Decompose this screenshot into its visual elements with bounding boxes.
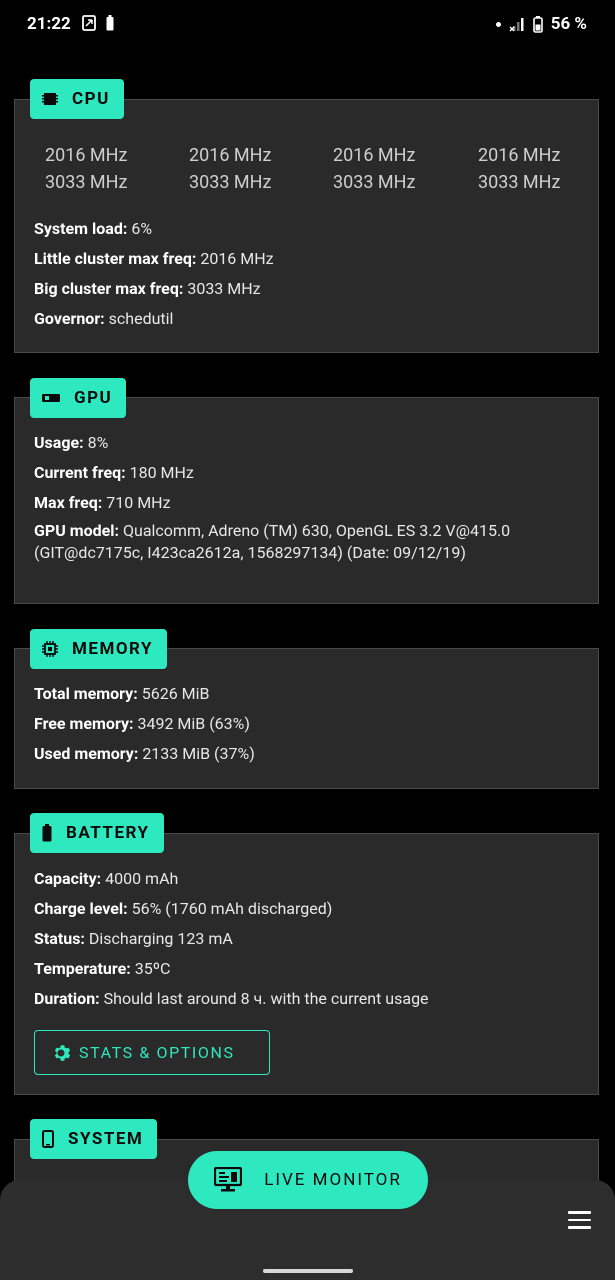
memory-card: Total memory: 5626 MiB Free memory: 3492… <box>14 648 599 789</box>
cpu-core-freq: 2016 MHz 3033 MHz <box>478 145 561 193</box>
gpu-model: GPU model: Qualcomm, Adreno (TM) 630, Op… <box>34 521 511 562</box>
cpu-core-freq: 2016 MHz 3033 MHz <box>333 145 416 193</box>
cpu-big-cluster: Big cluster max freq: 3033 MHz <box>34 279 261 298</box>
battery-card: Capacity: 4000 mAh Charge level: 56% (17… <box>14 833 599 1095</box>
status-time: 21:22 <box>27 14 71 34</box>
battery-status-icon <box>532 15 543 33</box>
live-monitor-label: LIVE MONITOR <box>264 1170 402 1190</box>
cpu-title: CPU <box>72 89 110 109</box>
cpu-section-header: CPU <box>30 79 124 119</box>
monitor-icon <box>214 1167 243 1192</box>
memory-free: Free memory: 3492 MiB (63%) <box>34 714 250 733</box>
battery-temperature: Temperature: 35ºC <box>34 959 171 978</box>
live-monitor-button[interactable]: LIVE MONITOR <box>188 1151 428 1209</box>
gpu-card-icon <box>42 394 60 402</box>
stats-options-button[interactable]: STATS & OPTIONS <box>34 1030 270 1075</box>
notification-dot-icon <box>495 21 501 27</box>
gear-icon <box>54 1044 71 1061</box>
gpu-max-freq: Max freq: 710 MHz <box>34 493 171 512</box>
hamburger-menu-icon[interactable] <box>568 1211 591 1229</box>
gpu-current-freq: Current freq: 180 MHz <box>34 463 194 482</box>
battery-title: BATTERY <box>66 823 150 843</box>
home-indicator[interactable] <box>263 1269 353 1273</box>
memory-section-header: MEMORY <box>30 629 168 669</box>
gpu-title: GPU <box>74 388 113 408</box>
memory-total: Total memory: 5626 MiB <box>34 684 210 703</box>
gpu-section-header: GPU <box>30 378 127 418</box>
cpu-system-load: System load: 6% <box>34 219 153 238</box>
battery-status: Status: Discharging 123 mA <box>34 929 233 948</box>
gpu-card: Usage: 8% Current freq: 180 MHz Max freq… <box>14 397 599 604</box>
system-title: SYSTEM <box>68 1129 144 1149</box>
system-section-header: SYSTEM <box>30 1119 158 1159</box>
battery-small-icon <box>106 15 114 31</box>
status-bar: 21:22 56 % <box>0 0 615 50</box>
battery-charge-level: Charge level: 56% (1760 mAh discharged) <box>34 899 333 918</box>
cpu-little-cluster: Little cluster max freq: 2016 MHz <box>34 249 274 268</box>
cpu-core-freq: 2016 MHz 3033 MHz <box>189 145 272 193</box>
cpu-card: 2016 MHz 3033 MHz 2016 MHz 3033 MHz 2016… <box>14 99 599 353</box>
signal-icon <box>509 18 524 32</box>
battery-capacity: Capacity: 4000 mAh <box>34 869 179 888</box>
memory-title: MEMORY <box>72 639 154 659</box>
stats-options-label: STATS & OPTIONS <box>79 1043 235 1062</box>
battery-icon <box>42 824 52 842</box>
cpu-core-freq: 2016 MHz 3033 MHz <box>45 145 128 193</box>
cpu-chip-icon <box>42 93 58 105</box>
memory-chip-icon <box>42 641 58 657</box>
battery-percent: 56 % <box>550 14 587 34</box>
memory-used: Used memory: 2133 MiB (37%) <box>34 744 255 763</box>
battery-duration: Duration: Should last around 8 ч. with t… <box>34 989 429 1008</box>
notification-icon <box>82 15 96 31</box>
battery-section-header: BATTERY <box>30 813 164 853</box>
cpu-governor: Governor: schedutil <box>34 309 174 328</box>
gpu-usage: Usage: 8% <box>34 433 109 452</box>
phone-icon <box>42 1130 54 1148</box>
